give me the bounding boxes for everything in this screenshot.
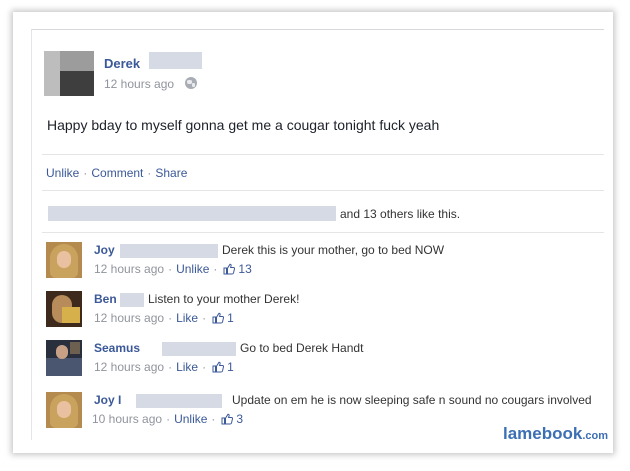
divider <box>42 154 604 155</box>
comment-text: Listen to your mother Derek! <box>148 292 300 306</box>
comment-text: Update on em he is now sleeping safe n s… <box>232 393 592 407</box>
comment-item: Seamus Go to bed Derek Handt 12 hours ag… <box>46 340 604 384</box>
redacted-surname <box>162 342 236 356</box>
comment-timestamp[interactable]: 10 hours ago <box>92 412 162 426</box>
unlike-link[interactable]: Unlike <box>174 412 207 426</box>
comment-timestamp[interactable]: 12 hours ago <box>94 360 164 374</box>
likes-count-text[interactable]: and 13 others like this. <box>340 207 460 221</box>
comment-meta: 12 hours ago · Like · 1 <box>94 360 234 374</box>
separator-dot: · <box>147 166 152 180</box>
likes-summary: and 13 others like this. <box>48 206 460 221</box>
post-timestamp[interactable]: 12 hours ago <box>104 77 174 91</box>
like-link[interactable]: Like <box>176 360 198 374</box>
commenter-name[interactable]: Joy <box>94 243 115 257</box>
post-actions: Unlike · Comment · Share <box>46 166 187 180</box>
status-text: Happy bday to myself gonna get me a coug… <box>47 117 440 133</box>
facebook-post: Derek 12 hours ago Happy bday to myself … <box>31 29 604 440</box>
comment-timestamp[interactable]: 12 hours ago <box>94 262 164 276</box>
redacted-surname <box>120 293 144 307</box>
separator-dot: · <box>83 166 88 180</box>
lamebook-watermark: lamebook.com <box>503 424 608 444</box>
comment-like-count[interactable]: 3 <box>236 412 243 426</box>
comment-link[interactable]: Comment <box>91 166 143 180</box>
commenter-avatar[interactable] <box>46 340 82 376</box>
redacted-surname <box>136 394 222 408</box>
commenter-name[interactable]: Ben <box>94 292 117 306</box>
comment-item: Joy Derek this is your mother, go to bed… <box>46 242 604 286</box>
comment-timestamp[interactable]: 12 hours ago <box>94 311 164 325</box>
poster-avatar[interactable] <box>44 51 94 96</box>
unlike-link[interactable]: Unlike <box>46 166 79 180</box>
watermark-main: lamebook <box>503 424 583 443</box>
comment-like-count[interactable]: 13 <box>238 262 251 276</box>
commenter-name[interactable]: Joy I <box>94 393 121 407</box>
redacted-surname <box>149 52 202 69</box>
comment-text: Derek this is your mother, go to bed NOW <box>222 243 445 257</box>
divider <box>42 190 604 191</box>
thumbs-up-icon <box>212 361 225 373</box>
thumbs-up-icon <box>221 413 234 425</box>
commenter-name[interactable]: Seamus <box>94 341 140 355</box>
comment-meta: 12 hours ago · Unlike · 13 <box>94 262 252 276</box>
commenter-avatar[interactable] <box>46 392 82 428</box>
redacted-surname <box>120 244 218 258</box>
divider <box>42 232 604 233</box>
comment-text: Go to bed Derek Handt <box>240 341 364 355</box>
watermark-suffix: .com <box>582 430 609 442</box>
share-link[interactable]: Share <box>155 166 187 180</box>
comment-meta: 12 hours ago · Like · 1 <box>94 311 234 325</box>
comment-like-count[interactable]: 1 <box>227 311 234 325</box>
comment-like-count[interactable]: 1 <box>227 360 234 374</box>
commenter-avatar[interactable] <box>46 242 82 278</box>
comment-meta: 10 hours ago · Unlike · 3 <box>92 412 244 426</box>
redacted-likers <box>48 206 336 221</box>
unlike-link[interactable]: Unlike <box>176 262 209 276</box>
comment-item: Ben Listen to your mother Derek! 12 hour… <box>46 291 604 335</box>
globe-icon[interactable] <box>185 77 197 89</box>
thumbs-up-icon <box>223 263 236 275</box>
poster-name[interactable]: Derek <box>104 56 140 71</box>
commenter-avatar[interactable] <box>46 291 82 327</box>
like-link[interactable]: Like <box>176 311 198 325</box>
thumbs-up-icon <box>212 312 225 324</box>
